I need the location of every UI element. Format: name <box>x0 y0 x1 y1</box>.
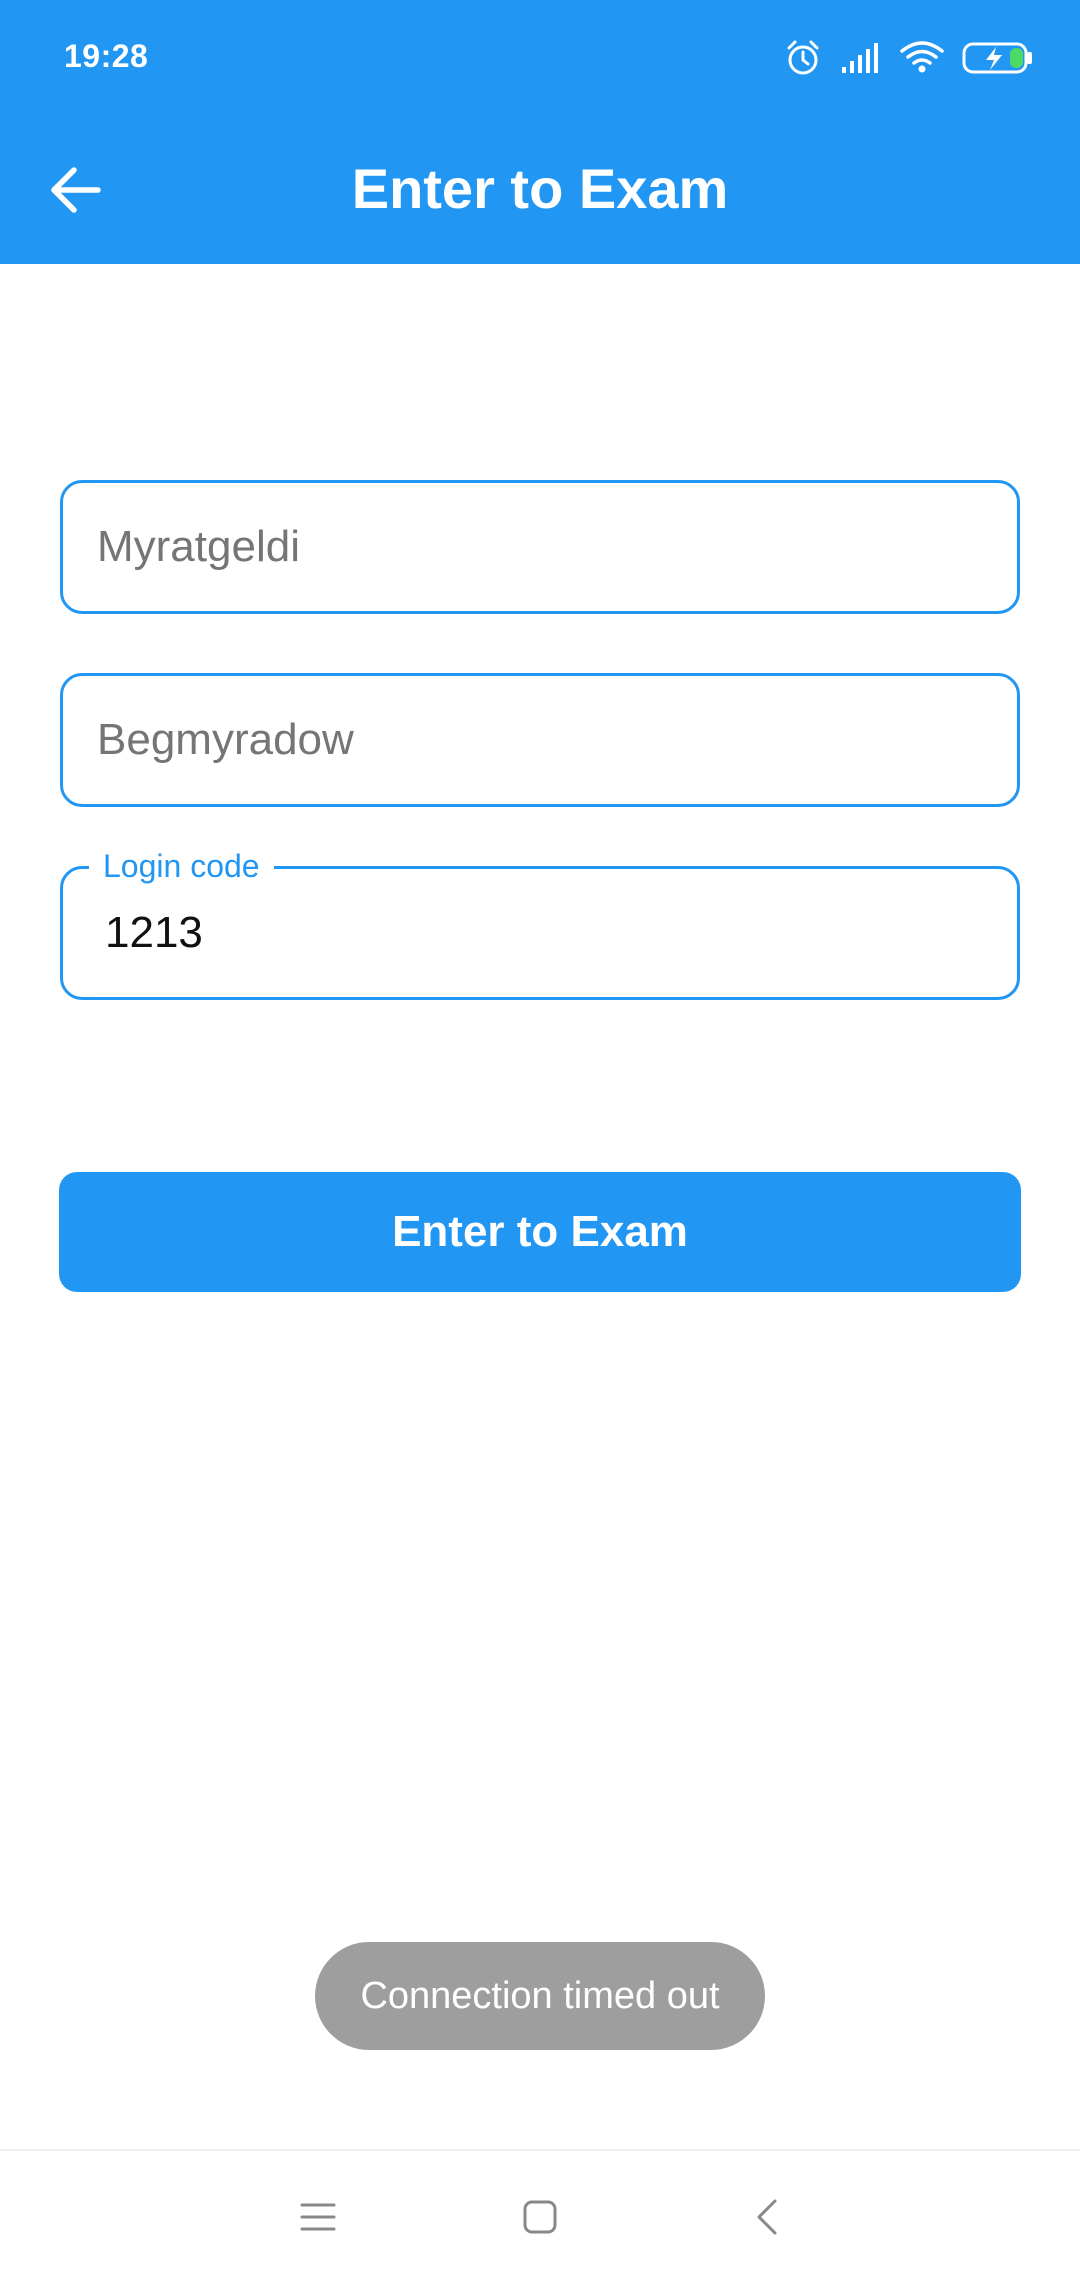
status-icons <box>784 36 1034 80</box>
back-icon <box>755 2198 779 2241</box>
wifi-icon <box>900 41 944 75</box>
page-title: Enter to Exam <box>351 157 729 220</box>
alarm-icon <box>784 39 822 77</box>
status-bar: 19:28 <box>0 0 1080 116</box>
last-name-field[interactable] <box>60 673 1020 807</box>
system-nav-bar <box>0 2149 1080 2280</box>
app-bar: 19:28 Enter to Exam <box>0 0 1080 264</box>
home-icon <box>522 2199 558 2240</box>
signal-icon <box>840 43 882 73</box>
toast-message: Connection timed out <box>315 1942 765 2050</box>
battery-charging-icon <box>962 41 1034 75</box>
status-time: 19:28 <box>64 38 149 74</box>
menu-icon <box>300 2202 336 2237</box>
home-button[interactable] <box>500 2179 580 2259</box>
login-code-input[interactable] <box>105 869 985 997</box>
system-back-button[interactable] <box>727 2179 807 2259</box>
enter-exam-button[interactable]: Enter to Exam <box>59 1172 1021 1292</box>
last-name-input[interactable] <box>97 676 977 804</box>
toolbar: Enter to Exam <box>0 116 1080 264</box>
first-name-input[interactable] <box>97 483 977 611</box>
login-code-field[interactable]: Login code <box>60 847 1020 1000</box>
recent-apps-button[interactable] <box>278 2179 358 2259</box>
first-name-field[interactable] <box>60 480 1020 614</box>
